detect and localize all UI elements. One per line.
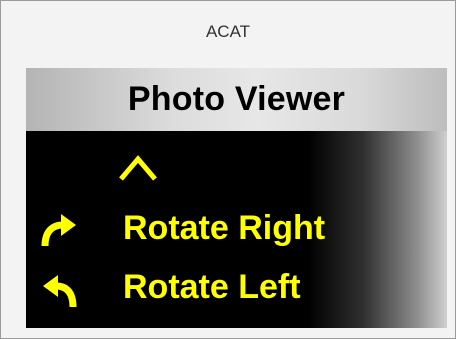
menu-item-label: Rotate Left — [123, 268, 301, 306]
app-window: ACAT Photo Viewer Rotate Right Rotate Le… — [0, 0, 456, 339]
panel-title: Photo Viewer — [127, 80, 346, 118]
window-title: ACAT — [205, 22, 251, 41]
rotate-right-arrow-icon — [41, 214, 76, 247]
rotate-left-arrow-icon — [43, 275, 77, 308]
scanner-panel: Photo Viewer Rotate Right Rotate Left — [26, 68, 447, 328]
panel-header: Photo Viewer — [26, 68, 447, 131]
menu-item-scroll-up[interactable] — [26, 149, 447, 205]
menu-item-rotate-right[interactable]: Rotate Right — [26, 202, 447, 258]
menu-item-label: Rotate Right — [123, 209, 326, 247]
caret-up-icon — [119, 155, 157, 181]
command-menu: Rotate Right Rotate Left — [26, 131, 447, 328]
menu-item-rotate-left[interactable]: Rotate Left — [26, 261, 447, 317]
